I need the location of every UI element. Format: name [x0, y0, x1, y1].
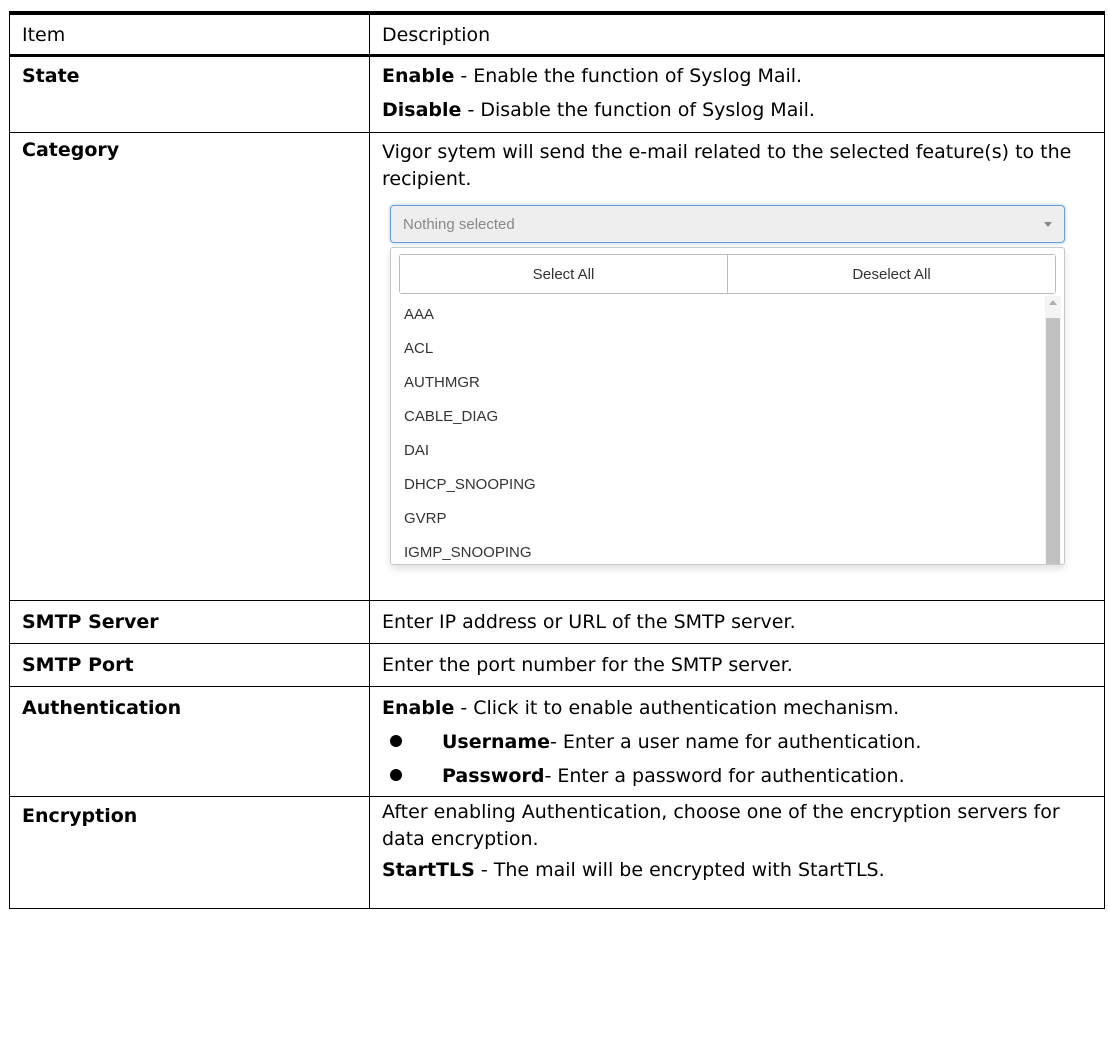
caret-down-icon — [1044, 221, 1052, 227]
category-option-list: AAA ACL AUTHMGR CABLE_DIAG DAI DHCP_SNOO… — [391, 298, 1064, 564]
auth-enable-desc: Enable - Click it to enable authenticati… — [382, 691, 1092, 725]
table-row-category: Category Vigor sytem will send the e-mai… — [9, 132, 1105, 601]
table-row-smtp-server: SMTP Server Enter IP address or URL of t… — [9, 600, 1105, 644]
item-label-encryption: Encryption — [22, 805, 138, 827]
bullet-dot-icon — [390, 735, 402, 747]
table-row-encryption: Encryption After enabling Authentication… — [9, 796, 1105, 909]
state-disable-text: - Disable the function of Syslog Mail. — [461, 99, 815, 121]
option-item[interactable]: GVRP — [391, 502, 1064, 536]
state-enable-desc: Enable - Enable the function of Syslog M… — [382, 59, 1092, 93]
table-row-authentication: Authentication Enable - Click it to enab… — [9, 686, 1105, 797]
scroll-up-arrow-icon[interactable] — [1049, 300, 1057, 305]
smtp-port-desc: Enter the port number for the SMTP serve… — [382, 654, 793, 676]
table-header-row: Item Description — [9, 11, 1105, 57]
starttls-term: StartTLS — [382, 859, 475, 881]
category-dropdown-menu: Select All Deselect All AAA ACL AUTHMGR … — [390, 247, 1065, 565]
option-item[interactable]: DHCP_SNOOPING — [391, 468, 1064, 502]
category-select-box[interactable]: Nothing selected — [390, 205, 1065, 243]
encryption-starttls-desc: StartTLS - The mail will be encrypted wi… — [382, 853, 1092, 887]
auth-username-term: Username — [442, 731, 551, 753]
option-item[interactable]: IGMP_SNOOPING — [391, 536, 1064, 564]
select-actions: Select All Deselect All — [399, 254, 1056, 294]
encryption-desc: After enabling Authentication, choose on… — [382, 801, 1060, 850]
state-enable-text: - Enable the function of Syslog Mail. — [454, 65, 803, 87]
item-label-authentication: Authentication — [22, 697, 182, 719]
auth-password-term: Password — [442, 765, 545, 787]
item-label-smtp-port: SMTP Port — [22, 654, 134, 676]
table-row-smtp-port: SMTP Port Enter the port number for the … — [9, 643, 1105, 687]
category-desc: Vigor sytem will send the e-mail related… — [382, 141, 1072, 190]
item-label-state: State — [22, 65, 80, 87]
item-label-smtp-server: SMTP Server — [22, 611, 159, 633]
select-placeholder: Nothing selected — [403, 215, 515, 233]
bullet-dot-icon — [390, 769, 402, 781]
option-item[interactable]: CABLE_DIAG — [391, 400, 1064, 434]
dropdown-scrollbar[interactable] — [1045, 296, 1061, 564]
option-item[interactable]: ACL — [391, 332, 1064, 366]
starttls-text: - The mail will be encrypted with StartT… — [474, 859, 885, 881]
state-disable-term: Disable — [382, 99, 462, 121]
category-multiselect: Nothing selected Select All Deselect All… — [390, 205, 1065, 565]
option-item[interactable]: DAI — [391, 434, 1064, 468]
item-label-category: Category — [22, 139, 120, 161]
auth-username-bullet: Username - Enter a user name for authent… — [382, 725, 1092, 759]
auth-password-text: - Enter a password for authentication. — [544, 765, 905, 787]
deselect-all-button[interactable]: Deselect All — [727, 255, 1055, 293]
scrollbar-thumb[interactable] — [1046, 318, 1060, 564]
option-item[interactable]: AAA — [391, 298, 1064, 332]
auth-enable-term: Enable — [382, 697, 455, 719]
option-item[interactable]: AUTHMGR — [391, 366, 1064, 400]
parameter-table: Item Description State Enable - Enable t… — [9, 11, 1105, 909]
auth-username-text: - Enter a user name for authentication. — [550, 731, 922, 753]
header-item: Item — [9, 11, 370, 57]
smtp-server-desc: Enter IP address or URL of the SMTP serv… — [382, 611, 796, 633]
auth-enable-text: - Click it to enable authentication mech… — [454, 697, 900, 719]
header-description: Description — [369, 11, 1105, 57]
table-row-state: State Enable - Enable the function of Sy… — [9, 55, 1105, 133]
state-disable-desc: Disable - Disable the function of Syslog… — [382, 93, 1092, 127]
select-all-button[interactable]: Select All — [400, 255, 727, 293]
state-enable-term: Enable — [382, 65, 455, 87]
auth-password-bullet: Password - Enter a password for authenti… — [382, 759, 1092, 793]
